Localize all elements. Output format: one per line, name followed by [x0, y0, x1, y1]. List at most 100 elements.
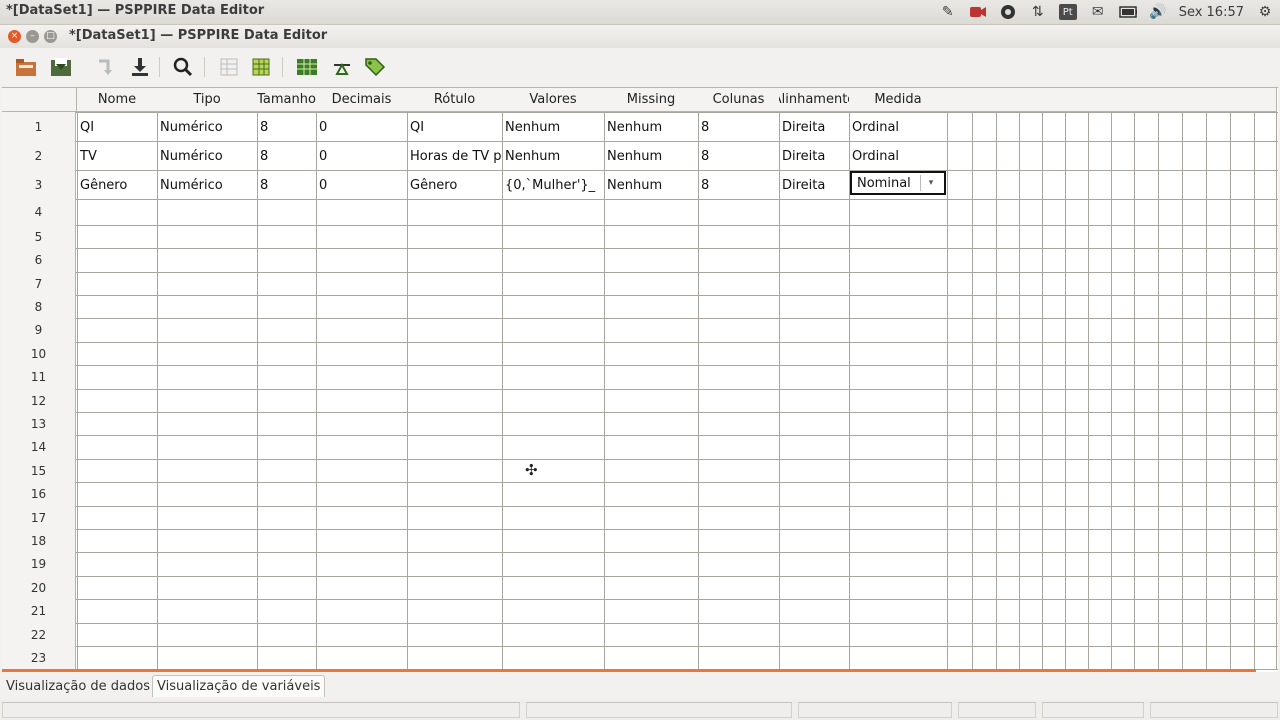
- grid-cell[interactable]: Ordinal: [850, 113, 947, 141]
- grid-cell[interactable]: 8: [258, 142, 316, 170]
- row-label[interactable]: 4: [2, 199, 76, 226]
- row-label[interactable]: 19: [2, 552, 76, 577]
- row-label[interactable]: 8: [2, 295, 76, 319]
- column-header-empty[interactable]: [1042, 88, 1066, 112]
- grid-cell[interactable]: 8: [699, 171, 779, 199]
- column-header[interactable]: Tamanho: [257, 88, 317, 112]
- row-label[interactable]: 23: [2, 646, 76, 670]
- column-header[interactable]: Medida: [849, 88, 948, 112]
- grid-cell[interactable]: Direita: [780, 113, 849, 141]
- weight-cases-icon[interactable]: [329, 54, 355, 80]
- grid-cell[interactable]: Nenhum: [605, 113, 698, 141]
- corner-cell[interactable]: [2, 88, 77, 112]
- goto-variable-icon[interactable]: [127, 54, 153, 80]
- row-label[interactable]: 11: [2, 365, 76, 390]
- grid-cell[interactable]: 8: [258, 171, 316, 199]
- update-icon[interactable]: [999, 3, 1017, 21]
- grid-cell[interactable]: Horas de TV po: [408, 142, 502, 170]
- grid-cell[interactable]: 0: [317, 113, 407, 141]
- grid-cell[interactable]: 8: [699, 142, 779, 170]
- row-label[interactable]: 3: [2, 170, 76, 200]
- grid-cell[interactable]: Direita: [780, 142, 849, 170]
- column-header-empty[interactable]: [1254, 88, 1277, 112]
- search-icon[interactable]: [170, 54, 196, 80]
- variable-grid[interactable]: Nome Tipo Tamanho Decimais Rótulo Valores Miss…: [2, 87, 1278, 672]
- row-label[interactable]: 5: [2, 225, 76, 249]
- column-header-empty[interactable]: [1088, 88, 1112, 112]
- measure-combobox[interactable]: Nominal ▾: [850, 171, 946, 195]
- close-button[interactable]: ×: [8, 30, 21, 43]
- tab-variable-view[interactable]: Visualização de variáveis: [152, 675, 326, 697]
- insert-variable-icon[interactable]: [248, 54, 274, 80]
- insert-case-icon[interactable]: [216, 54, 242, 80]
- minimize-button[interactable]: –: [26, 30, 39, 43]
- grid-cell[interactable]: Nenhum: [605, 142, 698, 170]
- mail-icon[interactable]: ✉: [1089, 3, 1107, 21]
- grid-cell[interactable]: Nenhum: [503, 142, 604, 170]
- clock[interactable]: Sex 16:57: [1179, 5, 1244, 20]
- row-label[interactable]: 21: [2, 599, 76, 624]
- value-labels-icon[interactable]: [362, 54, 388, 80]
- save-file-icon[interactable]: [48, 54, 74, 80]
- grid-cell[interactable]: TV: [78, 142, 157, 170]
- keyboard-layout-icon[interactable]: Pt: [1058, 4, 1077, 20]
- row-label[interactable]: 20: [2, 576, 76, 600]
- column-header-empty[interactable]: [1019, 88, 1043, 112]
- column-header-empty[interactable]: [1134, 88, 1159, 112]
- column-header[interactable]: Nome: [77, 88, 158, 112]
- volume-icon[interactable]: 🔊: [1149, 3, 1167, 21]
- grid-cell[interactable]: QI: [408, 113, 502, 141]
- chevron-down-icon[interactable]: ▾: [920, 175, 941, 191]
- column-header-empty[interactable]: [972, 88, 997, 112]
- column-header-empty[interactable]: [996, 88, 1020, 112]
- column-header-empty[interactable]: [1111, 88, 1135, 112]
- row-label[interactable]: 18: [2, 529, 76, 553]
- row-label[interactable]: 15: [2, 459, 76, 483]
- row-label[interactable]: 7: [2, 272, 76, 296]
- row-label[interactable]: 6: [2, 248, 76, 273]
- split-file-icon[interactable]: [294, 54, 320, 80]
- row-label[interactable]: 22: [2, 623, 76, 647]
- grid-cell[interactable]: Direita: [780, 171, 849, 199]
- row-label[interactable]: 9: [2, 318, 76, 343]
- grid-cell[interactable]: Nenhum: [503, 113, 604, 141]
- goto-case-icon[interactable]: [92, 54, 118, 80]
- row-label[interactable]: 17: [2, 506, 76, 530]
- column-header[interactable]: Rótulo: [407, 88, 503, 112]
- open-file-icon[interactable]: [13, 54, 39, 80]
- grid-cell[interactable]: Nenhum: [605, 171, 698, 199]
- grid-cell[interactable]: QI: [78, 113, 157, 141]
- grid-cell[interactable]: Numérico: [158, 171, 257, 199]
- column-header[interactable]: Valores: [502, 88, 605, 112]
- grid-cell[interactable]: Numérico: [158, 113, 257, 141]
- row-label[interactable]: 12: [2, 389, 76, 413]
- grid-cell[interactable]: Gênero: [408, 171, 502, 199]
- column-header-empty[interactable]: [1230, 88, 1255, 112]
- row-label[interactable]: 13: [2, 412, 76, 436]
- maximize-button[interactable]: □: [44, 30, 57, 43]
- grid-cell[interactable]: 8: [258, 113, 316, 141]
- tab-data-view[interactable]: Visualização de dados: [2, 675, 154, 697]
- grid-cell[interactable]: 8: [699, 113, 779, 141]
- row-label[interactable]: 14: [2, 435, 76, 460]
- row-label[interactable]: 2: [2, 141, 76, 171]
- grid-cell[interactable]: Gênero: [78, 171, 157, 199]
- column-header[interactable]: Decimais: [316, 88, 408, 112]
- gear-icon[interactable]: ⚙: [1256, 3, 1274, 21]
- column-header-empty[interactable]: [1182, 88, 1207, 112]
- column-header-empty[interactable]: [947, 88, 973, 112]
- camera-icon[interactable]: [969, 3, 987, 21]
- row-label[interactable]: 16: [2, 482, 76, 507]
- edit-icon[interactable]: ✎: [939, 3, 957, 21]
- grid-cell[interactable]: Numérico: [158, 142, 257, 170]
- row-label[interactable]: 10: [2, 342, 76, 366]
- grid-cell[interactable]: 0: [317, 171, 407, 199]
- column-header-empty[interactable]: [1158, 88, 1183, 112]
- column-header[interactable]: Colunas: [698, 88, 780, 112]
- column-header[interactable]: Missing: [604, 88, 699, 112]
- column-header-empty[interactable]: [1065, 88, 1089, 112]
- grid-cell[interactable]: {0,`Mulher'}_: [503, 171, 604, 199]
- grid-cell[interactable]: Ordinal: [850, 142, 947, 170]
- grid-cell[interactable]: 0: [317, 142, 407, 170]
- column-header[interactable]: Alinhamento: [779, 88, 850, 112]
